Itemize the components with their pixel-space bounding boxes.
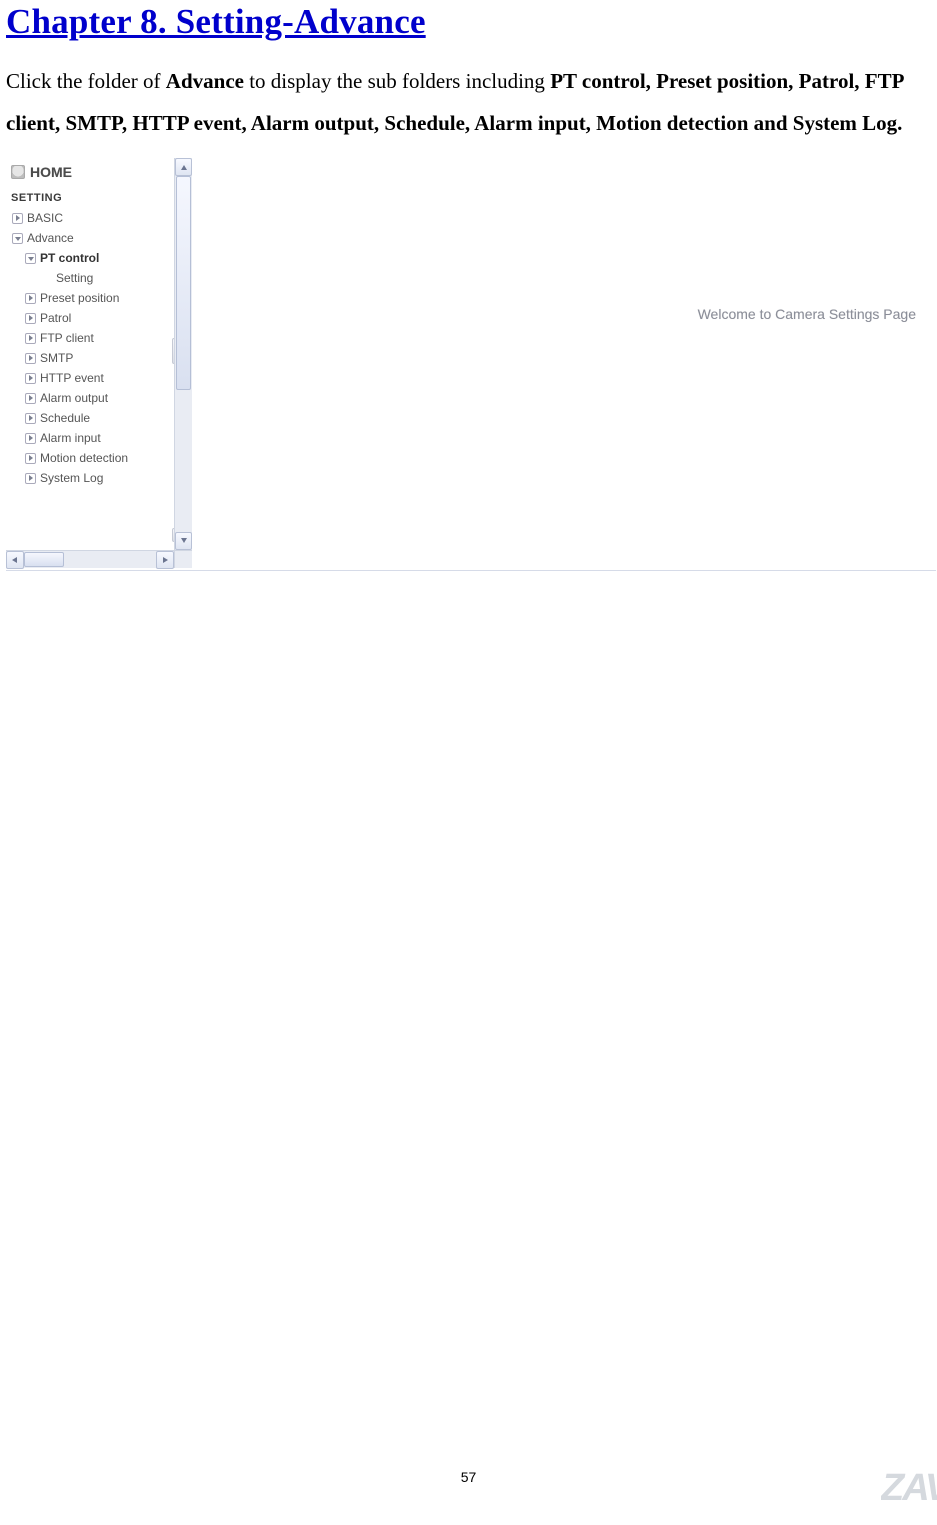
- nav-item-advance[interactable]: Advance: [9, 228, 172, 248]
- vscroll-thumb[interactable]: [176, 176, 191, 390]
- nav-item-setting[interactable]: Setting: [9, 268, 172, 288]
- chapter-title: Chapter 8. Setting-Advance: [6, 0, 931, 42]
- horizontal-scrollbar[interactable]: [6, 550, 174, 568]
- nav-item-label: Schedule: [40, 411, 90, 425]
- page-number: 57: [0, 1469, 937, 1485]
- scroll-right-button[interactable]: [156, 551, 174, 569]
- welcome-text: Welcome to Camera Settings Page: [698, 306, 916, 322]
- nav-item-label: Advance: [27, 231, 74, 245]
- nav-item-label: BASIC: [27, 211, 63, 225]
- hscroll-thumb[interactable]: [24, 552, 64, 567]
- home-label: HOME: [30, 164, 72, 180]
- nav-item-label: Alarm input: [40, 431, 101, 445]
- chevron-right-icon[interactable]: [25, 413, 36, 424]
- chevron-right-icon[interactable]: [25, 473, 36, 484]
- nav-item-label: Preset position: [40, 291, 119, 305]
- chevron-down-icon[interactable]: [25, 253, 36, 264]
- intro-text-1: Click the folder of: [6, 69, 166, 93]
- chevron-right-icon[interactable]: [25, 333, 36, 344]
- chevron-down-icon[interactable]: [12, 233, 23, 244]
- nav-item-schedule[interactable]: Schedule: [9, 408, 172, 428]
- vscroll-track[interactable]: [175, 176, 192, 532]
- nav-item-patrol[interactable]: Patrol: [9, 308, 172, 328]
- chevron-right-icon[interactable]: [25, 293, 36, 304]
- nav-item-label: FTP client: [40, 331, 94, 345]
- chevron-right-icon[interactable]: [25, 453, 36, 464]
- setting-header: SETTING: [9, 190, 172, 208]
- chevron-right-icon[interactable]: [25, 373, 36, 384]
- scroll-left-button[interactable]: [6, 551, 24, 569]
- nav-item-preset-position[interactable]: Preset position: [9, 288, 172, 308]
- intro-paragraph: Click the folder of Advance to display t…: [6, 60, 931, 144]
- nav-item-label: Motion detection: [40, 451, 128, 465]
- nav-item-system-log[interactable]: System Log: [9, 468, 172, 488]
- scroll-up-button[interactable]: [175, 158, 192, 176]
- sidebar-wrap: HOME SETTING BASIC Advance PT control Setti…: [6, 158, 192, 568]
- nav-item-label: Alarm output: [40, 391, 108, 405]
- nav-item-alarm-output[interactable]: Alarm output: [9, 388, 172, 408]
- nav-tree: SETTING BASIC Advance PT control Setting Pre…: [9, 190, 172, 488]
- nav-item-label: Patrol: [40, 311, 71, 325]
- nav-item-label: Setting: [56, 271, 93, 285]
- chevron-right-icon[interactable]: [25, 353, 36, 364]
- nav-item-pt-control[interactable]: PT control: [9, 248, 172, 268]
- chevron-right-icon[interactable]: [25, 313, 36, 324]
- chevron-right-icon[interactable]: [25, 433, 36, 444]
- sidebar: HOME SETTING BASIC Advance PT control Setti…: [6, 158, 172, 490]
- scroll-corner: [174, 550, 192, 568]
- nav-item-label: PT control: [40, 251, 99, 265]
- settings-screenshot: HOME SETTING BASIC Advance PT control Setti…: [6, 158, 936, 571]
- hscroll-track[interactable]: [24, 551, 156, 568]
- nav-item-label: SMTP: [40, 351, 73, 365]
- nav-item-motion-detection[interactable]: Motion detection: [9, 448, 172, 468]
- nav-item-alarm-input[interactable]: Alarm input: [9, 428, 172, 448]
- nav-item-http-event[interactable]: HTTP event: [9, 368, 172, 388]
- vertical-scrollbar[interactable]: [174, 158, 192, 550]
- watermark-logo: ZAV: [881, 1467, 937, 1511]
- intro-bold-1: Advance: [166, 69, 244, 93]
- intro-text-2: to display the sub folders including: [244, 69, 550, 93]
- nav-item-label: HTTP event: [40, 371, 104, 385]
- chevron-right-icon[interactable]: [25, 393, 36, 404]
- chevron-right-icon[interactable]: [12, 213, 23, 224]
- scroll-down-button[interactable]: [175, 532, 192, 550]
- home-link[interactable]: HOME: [9, 160, 172, 186]
- nav-item-smtp[interactable]: SMTP: [9, 348, 172, 368]
- content-pane: Welcome to Camera Settings Page: [192, 158, 936, 568]
- nav-item-label: System Log: [40, 471, 103, 485]
- nav-item-ftp-client[interactable]: FTP client: [9, 328, 172, 348]
- nav-item-basic[interactable]: BASIC: [9, 208, 172, 228]
- home-icon: [11, 165, 25, 179]
